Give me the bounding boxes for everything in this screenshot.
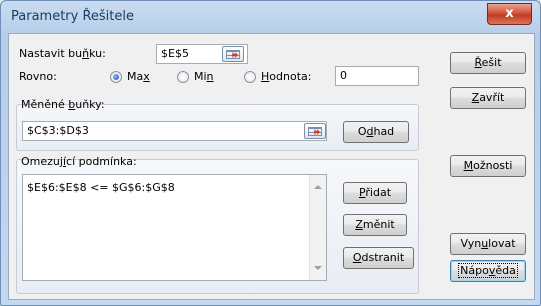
changing-cells-ref-button[interactable] xyxy=(304,123,326,139)
reset-button[interactable]: Vynulovat xyxy=(450,233,526,255)
dialog-title: Parametry Řešitele xyxy=(11,9,134,24)
guess-button[interactable]: Odhad xyxy=(343,121,409,143)
solve-button[interactable]: Řešit xyxy=(450,52,526,74)
dialog-client-area: Nastavit buňku: $E$5 Rovno: Max Min Hodn… xyxy=(8,33,535,300)
help-button[interactable]: Nápověda xyxy=(450,260,526,282)
radio-max-label: Max xyxy=(127,70,150,83)
target-cell-ref-button[interactable] xyxy=(222,46,244,62)
scroll-down-icon[interactable] xyxy=(314,266,322,270)
constraints-scrollbar[interactable] xyxy=(309,175,326,280)
options-button[interactable]: Možnosti xyxy=(450,155,526,177)
close-button[interactable]: Zavřít xyxy=(450,87,526,109)
change-constraint-button[interactable]: Změnit xyxy=(343,214,407,236)
add-constraint-button[interactable]: Přidat xyxy=(343,182,407,204)
delete-constraint-button[interactable]: Odstranit xyxy=(343,247,414,269)
solver-dialog: Parametry Řešitele x Nastavit buňku: $E$… xyxy=(0,0,541,306)
radio-max[interactable] xyxy=(110,71,122,83)
constraint-item[interactable]: $E$6:$E$8 <= $G$6:$G$8 xyxy=(27,181,175,194)
value-of-value: 0 xyxy=(340,69,347,82)
radio-value-label: Hodnota: xyxy=(261,70,312,83)
changing-cells-input[interactable]: $C$3:$D$3 xyxy=(22,121,327,141)
target-cell-label: Nastavit buňku: xyxy=(19,47,106,60)
radio-value[interactable] xyxy=(244,71,256,83)
changing-cells-value: $C$3:$D$3 xyxy=(27,124,89,137)
close-window-button[interactable]: x xyxy=(487,3,532,25)
radio-min[interactable] xyxy=(177,71,189,83)
constraints-label: Omezující podmínka: xyxy=(21,155,137,168)
radio-min-label: Min xyxy=(194,70,214,83)
target-cell-value: $E$5 xyxy=(161,47,189,60)
changing-cells-label: Měněné buňky: xyxy=(21,98,105,111)
value-of-input[interactable]: 0 xyxy=(335,66,419,86)
scroll-up-icon[interactable] xyxy=(314,185,322,189)
constraints-listbox[interactable]: $E$6:$E$8 <= $G$6:$G$8 xyxy=(22,174,327,281)
equal-to-label: Rovno: xyxy=(19,70,57,83)
